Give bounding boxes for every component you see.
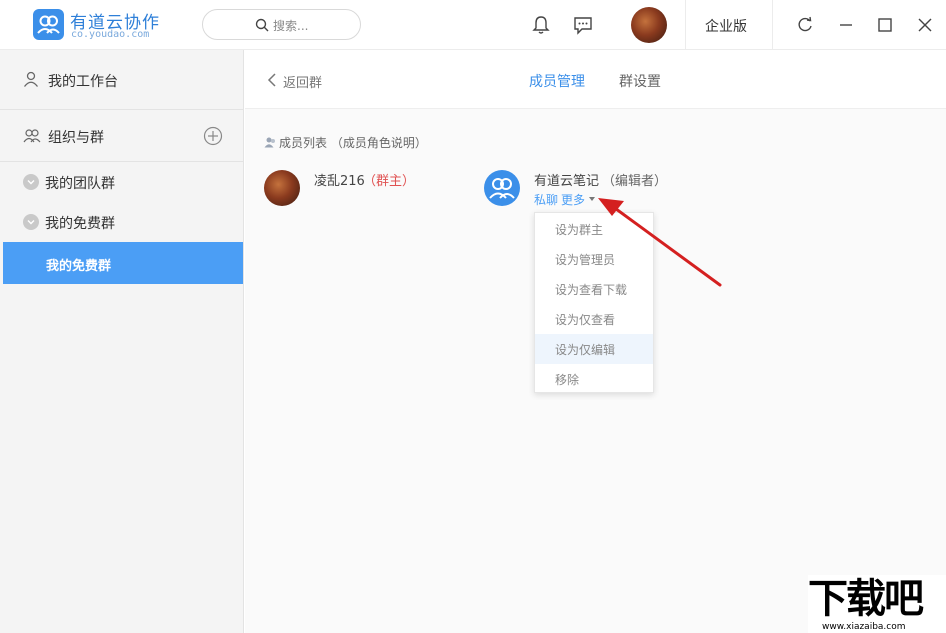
user-icon: [23, 71, 39, 87]
main-panel: 返回群 成员管理 群设置 成员列表 （成员角色说明） 凌乱216 （群主） 有道…: [245, 50, 946, 633]
search-placeholder: 搜索...: [273, 19, 309, 33]
divider: [772, 0, 773, 50]
menu-item-label: 设为管理员: [555, 253, 616, 267]
add-group-icon[interactable]: [203, 126, 223, 146]
refresh-icon[interactable]: [795, 15, 815, 35]
sidebar-item-label: 我的免费群: [46, 259, 112, 274]
member-role: （群主）: [363, 174, 416, 189]
tab-members[interactable]: 成员管理: [529, 71, 585, 91]
sidebar-item-team-group[interactable]: 我的团队群: [0, 162, 243, 202]
menu-item-set-admin[interactable]: 设为管理员: [535, 244, 653, 274]
member-list-header: 成员列表 （成员角色说明）: [279, 136, 427, 150]
private-chat-link[interactable]: 私聊: [534, 191, 558, 208]
members-icon: [264, 137, 275, 148]
chevron-down-icon: [23, 174, 39, 190]
menu-item-remove[interactable]: 移除: [535, 364, 653, 394]
minimize-icon[interactable]: [836, 15, 856, 35]
user-avatar[interactable]: [631, 7, 667, 43]
sidebar: 我的工作台 组织与群 我的团队群 我的免费群 我的免费群: [0, 50, 244, 633]
sidebar-item-label: 我的免费群: [45, 216, 115, 232]
sidebar-item-workspace[interactable]: 我的工作台: [0, 50, 243, 109]
menu-item-set-view-only[interactable]: 设为仅查看: [535, 304, 653, 334]
back-label: 返回群: [283, 76, 323, 91]
menu-item-label: 设为仅查看: [555, 313, 616, 327]
member-name: 凌乱216: [314, 174, 365, 189]
sidebar-item-free-group-selected[interactable]: 我的免费群: [3, 242, 243, 284]
group-icon: [23, 129, 41, 143]
close-icon[interactable]: [915, 15, 935, 35]
tab-settings[interactable]: 群设置: [619, 71, 661, 91]
menu-item-set-view-download[interactable]: 设为查看下载: [535, 274, 653, 304]
sub-header: 返回群 成员管理 群设置: [245, 50, 946, 109]
menu-item-label: 移除: [555, 373, 580, 387]
more-link[interactable]: 更多: [561, 191, 585, 208]
menu-item-label: 设为查看下载: [555, 283, 628, 297]
top-bar: 有道云协作 co.youdao.com 搜索... 企业版: [0, 0, 946, 50]
menu-item-set-edit-only[interactable]: 设为仅编辑: [535, 334, 653, 364]
search-icon: [255, 18, 269, 32]
more-menu: 设为群主 设为管理员 设为查看下载 设为仅查看 设为仅编辑 移除: [534, 212, 654, 393]
chevron-left-icon: [267, 73, 276, 87]
watermark-logo: 下载吧 www.xiazaiba.com: [808, 575, 946, 633]
menu-item-label: 设为群主: [555, 223, 604, 237]
menu-item-set-owner[interactable]: 设为群主: [535, 214, 653, 244]
watermark-url: www.xiazaiba.com: [822, 622, 906, 632]
member-avatar: [484, 170, 520, 206]
watermark-text: 下载吧: [808, 576, 924, 622]
sidebar-item-org-group[interactable]: 组织与群: [0, 110, 243, 161]
sidebar-item-label: 我的团队群: [45, 176, 115, 192]
app-subtitle: co.youdao.com: [71, 29, 150, 40]
logo-icon: [33, 9, 64, 40]
sidebar-item-free-group[interactable]: 我的免费群: [0, 202, 243, 242]
sidebar-item-label: 组织与群: [48, 130, 104, 146]
member-role: （编辑者）: [602, 174, 668, 189]
chat-icon[interactable]: [572, 14, 594, 36]
divider: [685, 0, 686, 50]
menu-item-label: 设为仅编辑: [555, 343, 616, 357]
sidebar-item-label: 我的工作台: [48, 74, 118, 90]
enterprise-button[interactable]: 企业版: [705, 16, 747, 36]
chevron-down-icon: [23, 214, 39, 230]
maximize-icon[interactable]: [875, 15, 895, 35]
member-avatar: [264, 170, 300, 206]
search-input[interactable]: 搜索...: [202, 9, 361, 40]
caret-down-icon[interactable]: [589, 197, 595, 201]
bell-icon[interactable]: [530, 14, 552, 36]
member-name: 有道云笔记: [534, 174, 600, 189]
